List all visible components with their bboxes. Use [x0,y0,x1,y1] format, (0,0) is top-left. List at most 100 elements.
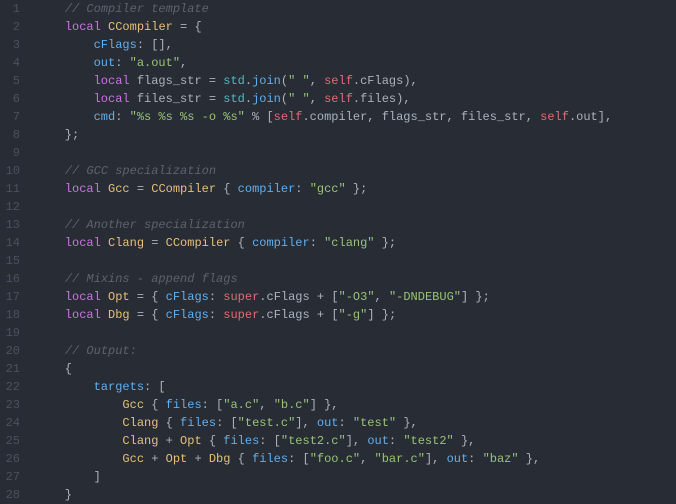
code-token: : [310,236,317,250]
code-token: [ [223,416,237,430]
code-token: , [310,92,324,106]
line-number: 17 [0,288,20,306]
code-line[interactable]: Clang { files: ["test.c"], out: "test" }… [36,414,676,432]
code-token [36,218,65,232]
code-token: cFlags [267,308,310,322]
code-token: Clang [122,434,158,448]
code-token: ] }; [461,290,490,304]
line-number: 1 [0,0,20,18]
code-token: compiler [252,236,310,250]
code-line[interactable]: local files_str = std.join(" ", self.fil… [36,90,676,108]
code-line[interactable] [36,252,676,270]
code-token: "%s %s %s -o %s" [130,110,245,124]
code-token [36,290,65,304]
code-token: local [65,20,101,34]
code-token: ], [425,452,447,466]
code-token: "-DNDEBUG" [389,290,461,304]
code-token: ] [36,470,101,484]
code-line[interactable]: ] [36,468,676,486]
code-line[interactable]: Clang + Opt { files: ["test2.c"], out: "… [36,432,676,450]
code-token: Gcc [122,398,144,412]
code-token: : [209,308,216,322]
code-token: local [65,308,101,322]
line-number: 22 [0,378,20,396]
code-line[interactable]: }; [36,126,676,144]
code-token: [ [151,380,165,394]
code-token: : [202,398,209,412]
code-token: , [259,398,273,412]
code-token: // Another specialization [65,218,245,232]
code-line[interactable]: local Opt = { cFlags: super.cFlags + ["-… [36,288,676,306]
code-token: self [274,110,303,124]
code-line[interactable]: local Gcc = CCompiler { compiler: "gcc" … [36,180,676,198]
code-token: } [36,488,72,502]
code-token: files_str [461,110,526,124]
code-token [36,164,65,178]
code-token: , [526,110,540,124]
code-area[interactable]: // Compiler template local CCompiler = {… [30,0,676,503]
line-number: 18 [0,306,20,324]
code-token: super [223,290,259,304]
code-line[interactable]: // Another specialization [36,216,676,234]
code-token: local [65,236,101,250]
code-token: ], [346,434,368,448]
code-line[interactable]: } [36,486,676,504]
code-token: self [324,74,353,88]
code-token: CCompiler [108,20,173,34]
code-token: . [245,74,252,88]
code-token: [ [266,434,280,448]
code-line[interactable]: { [36,360,676,378]
code-token: : [137,38,144,52]
code-token [346,416,353,430]
code-line[interactable] [36,324,676,342]
code-line[interactable]: local CCompiler = { [36,18,676,36]
code-line[interactable]: cmd: "%s %s %s -o %s" % [self.compiler, … [36,108,676,126]
code-token: // GCC specialization [65,164,216,178]
code-line[interactable]: // GCC specialization [36,162,676,180]
code-token: files [252,452,288,466]
code-line[interactable] [36,144,676,162]
code-token: }; [36,128,79,142]
code-token: { [158,416,180,430]
line-number: 11 [0,180,20,198]
line-number: 27 [0,468,20,486]
code-token: { [230,236,252,250]
code-token [36,380,94,394]
code-line[interactable]: cFlags: [], [36,36,676,54]
code-line[interactable] [36,198,676,216]
code-token: // Compiler template [65,2,209,16]
code-token [475,452,482,466]
code-token [36,2,65,16]
code-token: = { [130,308,166,322]
code-token [101,182,108,196]
code-token: compiler [310,110,368,124]
code-editor[interactable]: 1234567891011121314151617181920212223242… [0,0,676,503]
code-line[interactable]: Gcc { files: ["a.c", "b.c"] }, [36,396,676,414]
code-token: Clang [122,416,158,430]
code-token: ), [403,74,417,88]
code-token: , [375,290,389,304]
code-token: { [144,398,166,412]
code-line[interactable]: out: "a.out", [36,54,676,72]
code-token: out [94,56,116,70]
code-token [36,416,122,430]
code-line[interactable]: local Clang = CCompiler { compiler: "cla… [36,234,676,252]
line-number: 9 [0,144,20,162]
code-line[interactable]: // Output: [36,342,676,360]
code-token: "-g" [339,308,368,322]
line-number: 2 [0,18,20,36]
code-token: files [166,398,202,412]
code-line[interactable]: targets: [ [36,378,676,396]
code-line[interactable]: local Dbg = { cFlags: super.cFlags + ["-… [36,306,676,324]
code-line[interactable]: // Mixins - append flags [36,270,676,288]
code-token: join [252,92,281,106]
code-line[interactable]: Gcc + Opt + Dbg { files: ["foo.c", "bar.… [36,450,676,468]
code-token: cFlags [94,38,137,52]
line-number: 13 [0,216,20,234]
code-token [36,434,122,448]
code-line[interactable]: // Compiler template [36,0,676,18]
code-token [36,452,122,466]
code-token: cFlags [360,74,403,88]
code-token: , [360,452,374,466]
code-line[interactable]: local flags_str = std.join(" ", self.cFl… [36,72,676,90]
